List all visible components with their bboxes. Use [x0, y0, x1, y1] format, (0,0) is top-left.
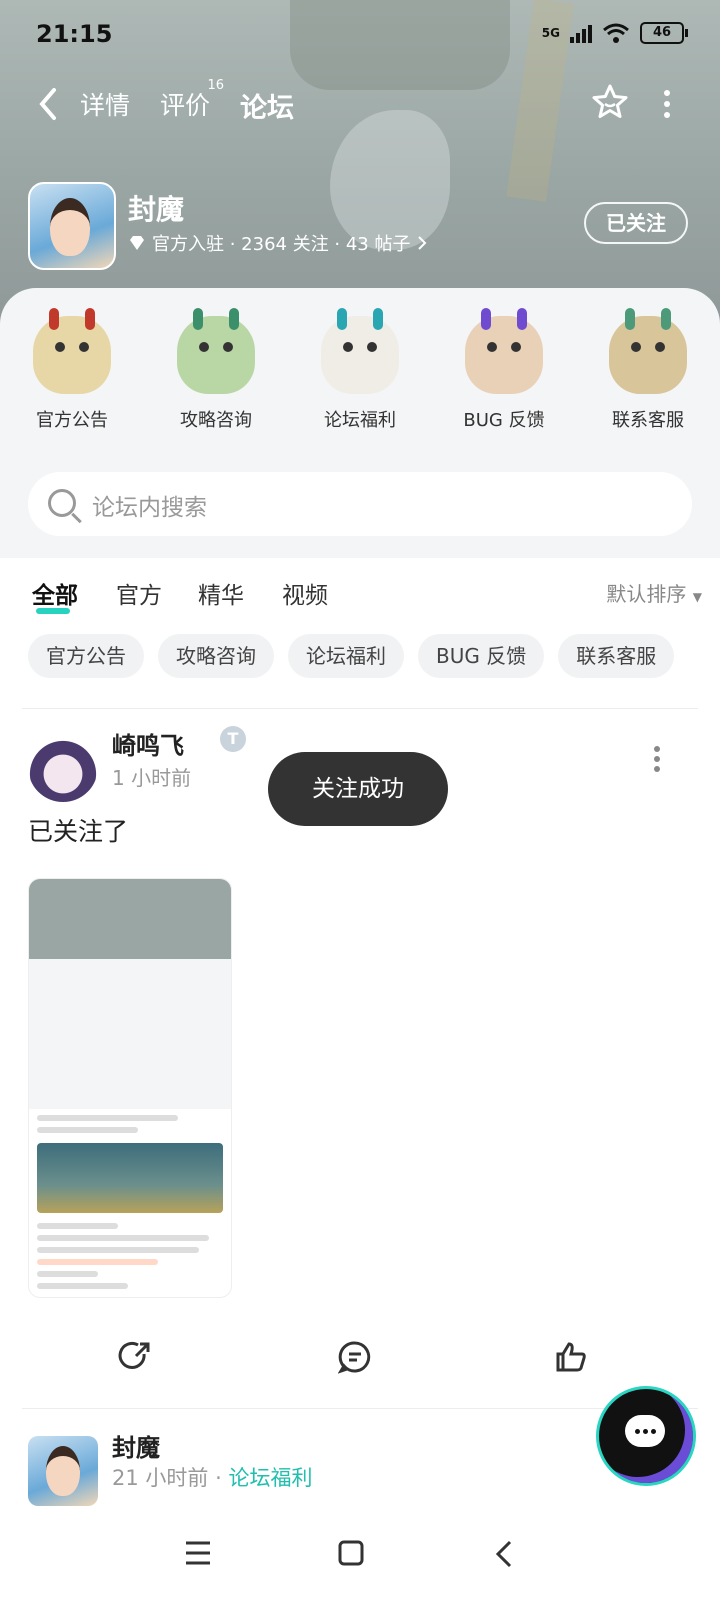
- chip-official-announcement[interactable]: 官方公告: [28, 634, 144, 678]
- status-time: 21:15: [36, 20, 113, 48]
- post-username[interactable]: 崎鸣飞: [112, 726, 184, 761]
- toast-message: 关注成功: [268, 752, 448, 826]
- sort-dropdown[interactable]: 默认排序 ▼: [606, 578, 702, 607]
- chip-bug-feedback[interactable]: BUG 反馈: [418, 634, 545, 678]
- meta-separator: ·: [215, 1466, 229, 1490]
- chat-bubble-icon: [625, 1415, 665, 1447]
- user-avatar[interactable]: [28, 732, 98, 802]
- category-row: 官方公告 攻略咨询 论坛福利 BUG 反馈 联系客服: [0, 308, 720, 432]
- category-forum-benefits[interactable]: 论坛福利: [288, 308, 432, 432]
- category-label: BUG 反馈: [463, 410, 545, 431]
- chip-guide-consult[interactable]: 攻略咨询: [158, 634, 274, 678]
- chip-customer-service[interactable]: 联系客服: [558, 634, 675, 678]
- post-username[interactable]: 封魔: [112, 1428, 160, 1463]
- category-official-announcement[interactable]: 官方公告: [0, 308, 144, 432]
- top-nav: 详情 评价 16 论坛: [0, 78, 720, 131]
- user-level-badge: T: [220, 726, 246, 752]
- header-banner: 21:15 5G 46 详情 评价 16 论坛 封魔 官方入驻 · 2364 关…: [0, 0, 720, 330]
- chat-assistant-fab[interactable]: [596, 1386, 696, 1486]
- game-name: 封魔: [128, 193, 185, 226]
- category-customer-service[interactable]: 联系客服: [576, 308, 720, 432]
- divider: [22, 1408, 698, 1409]
- filter-tabs: 全部 官方 精华 视频 默认排序 ▼: [32, 570, 702, 614]
- verified-diamond-icon: [130, 236, 144, 250]
- menu-icon[interactable]: [184, 1540, 212, 1566]
- dragon-mascot-icon: [33, 308, 111, 394]
- filter-tab-featured[interactable]: 精华: [198, 576, 244, 610]
- comment-icon[interactable]: [338, 1340, 372, 1374]
- game-meta-text: 官方入驻 · 2364 关注 · 43 帖子: [152, 234, 411, 255]
- sort-label: 默认排序: [606, 582, 687, 606]
- tab-forum[interactable]: 论坛: [238, 86, 296, 131]
- like-icon[interactable]: [554, 1340, 588, 1374]
- category-bug-feedback[interactable]: BUG 反馈: [432, 308, 576, 432]
- search-placeholder: 论坛内搜索: [92, 495, 207, 521]
- post-meta: 21 小时前 · 论坛福利: [112, 1462, 312, 1492]
- filter-tab-all[interactable]: 全部: [32, 576, 78, 614]
- back-icon[interactable]: [36, 86, 60, 122]
- wifi-icon: [603, 23, 629, 43]
- filter-tab-official[interactable]: 官方: [116, 576, 162, 610]
- system-nav-bar: [0, 1516, 720, 1601]
- network-label: 5G: [541, 26, 560, 40]
- category-chips: 官方公告 攻略咨询 论坛福利 BUG 反馈 联系客服: [28, 634, 708, 678]
- post-text: 已关注了: [28, 817, 129, 846]
- tab-reviews-label: 评价: [160, 91, 211, 120]
- post-time: 21 小时前: [112, 1466, 209, 1490]
- more-menu-icon[interactable]: [664, 90, 672, 123]
- category-guide-consult[interactable]: 攻略咨询: [144, 308, 288, 432]
- dragon-mascot-icon: [465, 308, 543, 394]
- game-meta[interactable]: 官方入驻 · 2364 关注 · 43 帖子: [128, 230, 427, 256]
- dragon-mascot-icon: [609, 308, 687, 394]
- game-info: 封魔 官方入驻 · 2364 关注 · 43 帖子 已关注: [28, 182, 688, 272]
- followed-button[interactable]: 已关注: [584, 202, 688, 244]
- battery-indicator: 46: [640, 22, 688, 44]
- post-actions: [0, 1340, 720, 1390]
- category-label: 官方公告: [36, 410, 108, 431]
- search-icon: [48, 489, 76, 517]
- review-count-badge: 16: [207, 78, 225, 93]
- divider: [22, 708, 698, 709]
- share-icon[interactable]: [118, 1340, 152, 1374]
- home-icon[interactable]: [338, 1540, 364, 1566]
- status-bar: 21:15 5G 46: [36, 18, 688, 54]
- post-more-icon[interactable]: [654, 746, 660, 776]
- forum-search-input[interactable]: 论坛内搜索: [28, 472, 692, 536]
- chip-forum-benefits[interactable]: 论坛福利: [288, 634, 404, 678]
- signal-icon: [570, 23, 592, 43]
- caret-down-icon: ▼: [692, 590, 702, 604]
- category-label: 论坛福利: [324, 410, 396, 431]
- category-label: 联系客服: [612, 410, 684, 431]
- chevron-right-icon: [417, 236, 426, 250]
- back-nav-icon[interactable]: [494, 1540, 514, 1568]
- dragon-mascot-icon: [177, 308, 255, 394]
- post-time: 1 小时前: [112, 766, 192, 790]
- favorite-star-icon[interactable]: [590, 82, 630, 122]
- filter-tab-video[interactable]: 视频: [282, 576, 328, 610]
- dragon-mascot-icon: [321, 308, 399, 394]
- tab-reviews[interactable]: 评价 16: [160, 78, 224, 122]
- game-avatar[interactable]: [28, 1436, 98, 1506]
- game-avatar: [28, 182, 116, 270]
- post-image[interactable]: [28, 878, 232, 1298]
- post-category-tag[interactable]: 论坛福利: [228, 1466, 312, 1490]
- category-label: 攻略咨询: [180, 410, 252, 431]
- forum-panel: 官方公告 攻略咨询 论坛福利 BUG 反馈 联系客服 论坛内搜索: [0, 288, 720, 558]
- tab-details[interactable]: 详情: [80, 86, 130, 122]
